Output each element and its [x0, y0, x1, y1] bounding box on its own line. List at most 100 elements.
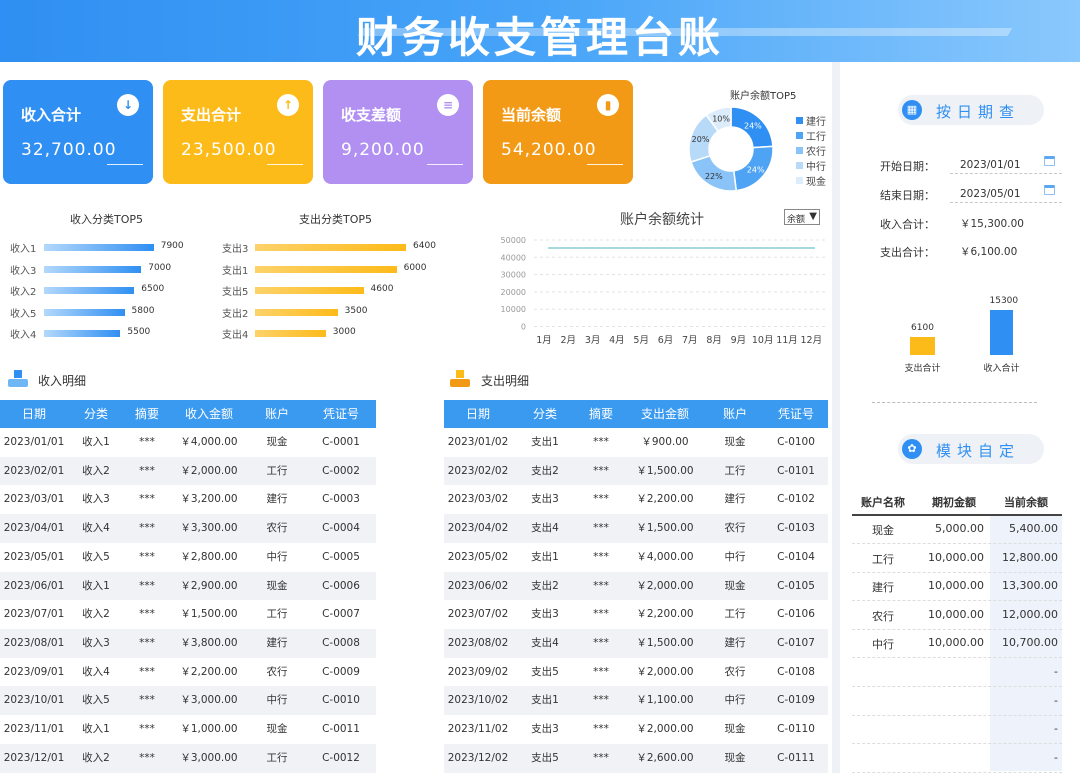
download-icon: ↓ [117, 94, 139, 116]
column-header: 分类 [83, 407, 108, 421]
table-cell: ￥1,500.00 [180, 608, 238, 621]
date-query-header: ▦ 按日期查 [898, 95, 1044, 125]
table-row[interactable]: 2023/06/01 收入1 *** ￥2,900.00 现金 C-0006 [0, 571, 376, 601]
row-rule [852, 686, 1062, 687]
table-row[interactable]: 2023/02/01 收入2 *** ￥2,000.00 工行 C-0002 [0, 456, 376, 486]
table-row[interactable]: 2023/01/02 支出1 *** ￥900.00 现金 C-0100 [444, 428, 828, 457]
table-cell: *** [139, 436, 155, 448]
table-row[interactable]: 2023/05/01 收入5 *** ￥2,800.00 中行 C-0005 [0, 542, 376, 572]
table-cell: 2023/08/02 [447, 636, 509, 649]
legend-item: 中行 [806, 162, 826, 173]
table-cell: 收入5 [82, 694, 110, 707]
table-cell: 2023/01/01 [3, 436, 65, 448]
query-expense-value: ￥6,100.00 [960, 246, 1018, 258]
start-date-input[interactable]: 2023/01/01 [960, 159, 1021, 171]
table-cell: 支出1 [531, 694, 559, 707]
table-cell: 农行 [266, 522, 288, 535]
table-row[interactable]: 2023/07/01 收入2 *** ￥1,500.00 工行 C-0007 [0, 600, 376, 630]
table-cell: 农行 [724, 665, 746, 678]
x-tick-label: 10月 [752, 335, 774, 346]
calendar-icon[interactable] [1044, 156, 1055, 166]
table-cell: 收入2 [82, 464, 110, 477]
table-cell: 2023/05/01 [3, 550, 65, 563]
table-cell: ￥4,000.00 [636, 550, 694, 563]
table-row[interactable]: 2023/01/01 收入1 *** ￥4,000.00 现金 C-0001 [0, 428, 376, 457]
x-tick-label: 5月 [633, 335, 649, 346]
inbox-icon [8, 370, 28, 388]
table-row[interactable]: 2023/04/01 收入4 *** ￥3,300.00 农行 C-0004 [0, 514, 376, 544]
bar [255, 287, 364, 294]
bar-category-label: 支出4 [222, 330, 249, 341]
table-row[interactable]: 2023/07/02 支出3 *** ￥2,200.00 工行 C-0106 [444, 600, 828, 630]
table-cell: ￥2,800.00 [180, 550, 238, 563]
bar-value-label: 4600 [370, 284, 394, 294]
table-cell: ￥1,500.00 [636, 464, 694, 477]
table-cell: ￥2,000.00 [636, 579, 694, 592]
table-cell: *** [593, 579, 609, 592]
table-row[interactable]: 2023/06/02 支出2 *** ￥2,000.00 现金 C-0105 [444, 571, 828, 601]
summary-card: 支出合计 23,500.00 ↑ [163, 80, 313, 184]
table-cell: ￥1,100.00 [636, 694, 694, 707]
table-row[interactable]: 2023/05/02 支出1 *** ￥4,000.00 中行 C-0104 [444, 542, 828, 572]
card-value: 54,200.00 [501, 140, 597, 160]
card-underline [587, 164, 623, 165]
table-cell: 2023/01/02 [447, 436, 509, 448]
table-cell: 收入4 [82, 665, 110, 678]
table-cell: *** [593, 665, 609, 678]
query-income-label: 收入合计： [880, 218, 935, 231]
table-row[interactable]: 2023/03/02 支出3 *** ￥2,200.00 建行 C-0102 [444, 485, 828, 515]
table-cell: ￥2,200.00 [180, 665, 238, 678]
table-cell: 收入3 [82, 636, 110, 649]
table-cell: 中行 [266, 694, 288, 707]
table-row[interactable]: 2023/09/02 支出5 *** ￥2,000.00 农行 C-0108 [444, 657, 828, 687]
end-date-input[interactable]: 2023/05/01 [960, 188, 1021, 200]
table-cell: 现金 [724, 723, 746, 735]
bar [44, 287, 135, 294]
card-underline [107, 164, 143, 165]
table-row[interactable]: 2023/04/02 支出4 *** ￥1,500.00 农行 C-0103 [444, 514, 828, 544]
gear-icon: ✿ [902, 439, 922, 459]
summary-card: 当前余额 54,200.00 ▮ [483, 80, 633, 184]
account-cell: 10,000.00 [928, 636, 984, 650]
table-row[interactable]: 2023/10/02 支出1 *** ￥1,100.00 中行 C-0109 [444, 686, 828, 716]
table-cell: C-0108 [777, 665, 815, 678]
y-tick-label: 20000 [501, 288, 526, 297]
table-cell: 收入2 [82, 751, 110, 764]
bar-value-label: 5800 [131, 305, 155, 316]
bar [44, 308, 125, 316]
calendar-icon[interactable] [1044, 185, 1055, 195]
bar [44, 265, 142, 273]
y-tick-label: 10000 [501, 305, 526, 314]
table-cell: C-0008 [322, 636, 360, 649]
table-row[interactable]: 2023/03/01 收入3 *** ￥3,200.00 建行 C-0003 [0, 485, 376, 515]
table-cell: 2023/06/01 [3, 579, 65, 592]
table-cell: *** [593, 608, 609, 621]
bar-category-label: 收入2 [10, 287, 37, 298]
table-cell: C-0006 [322, 579, 360, 592]
table-cell: 支出3 [531, 608, 559, 621]
table-cell: *** [139, 493, 155, 506]
table-row[interactable]: 2023/12/02 支出5 *** ￥2,600.00 现金 C-0111 [444, 743, 828, 773]
table-cell: 建行 [266, 493, 288, 506]
table-cell: *** [139, 723, 155, 735]
table-row[interactable]: 2023/12/01 收入2 *** ￥3,000.00 工行 C-0012 [0, 743, 376, 773]
table-row[interactable]: 2023/02/02 支出2 *** ￥1,500.00 工行 C-0101 [444, 456, 828, 486]
legend-item: 农行 [806, 147, 826, 158]
table-cell: *** [593, 550, 609, 563]
summary-card: 收入合计 32,700.00 ↓ [3, 80, 153, 184]
account-cell: 5,000.00 [935, 522, 984, 535]
table-row[interactable]: 2023/10/01 收入5 *** ￥3,000.00 中行 C-0010 [0, 686, 376, 716]
table-cell: C-0110 [777, 723, 815, 735]
calendar-icon: ▦ [902, 100, 922, 120]
balance-dropdown[interactable]: 余额 ▼ [784, 209, 820, 225]
account-cell: 13,300.00 [1002, 579, 1058, 593]
table-row[interactable]: 2023/11/01 收入1 *** ￥1,000.00 现金 C-0011 [0, 715, 376, 744]
table-row[interactable]: 2023/08/01 收入3 *** ￥3,800.00 建行 C-0008 [0, 628, 376, 658]
mini-bar-label: 收入合计 [983, 364, 1020, 374]
table-row[interactable]: 2023/08/02 支出4 *** ￥1,500.00 建行 C-0107 [444, 628, 828, 658]
column-header: 账户 [264, 407, 289, 421]
account-cell: 10,000.00 [928, 550, 984, 564]
table-row[interactable]: 2023/11/02 支出3 *** ￥2,000.00 现金 C-0110 [444, 715, 828, 744]
table-cell: 2023/07/02 [447, 608, 509, 621]
table-row[interactable]: 2023/09/01 收入4 *** ￥2,200.00 农行 C-0009 [0, 657, 376, 687]
